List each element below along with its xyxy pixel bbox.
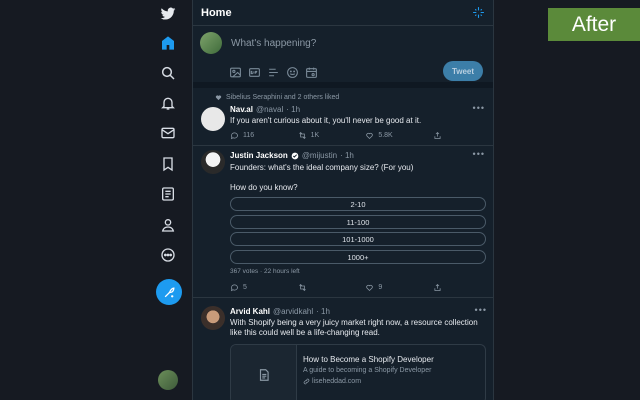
- like-count: 9: [378, 284, 383, 291]
- poll-option[interactable]: 11-100: [230, 215, 486, 229]
- like-button[interactable]: 5.8K: [365, 131, 405, 140]
- author-handle[interactable]: @arvidkahl: [273, 307, 313, 316]
- author-name[interactable]: Arvid Kahl: [230, 307, 270, 316]
- top-tweets-sparkle-icon[interactable]: [472, 6, 485, 19]
- more-menu-icon[interactable]: •••: [473, 103, 485, 113]
- tweet-time[interactable]: · 1h: [340, 151, 354, 160]
- bookmarks-icon[interactable]: [154, 151, 182, 177]
- tweet-actions: 5 9: [230, 283, 445, 292]
- lists-icon[interactable]: [154, 181, 182, 207]
- tweet-item[interactable]: Sibelius Seraphini and 2 others liked Na…: [193, 88, 493, 146]
- poll-meta: 367 votes · 22 hours left: [230, 268, 300, 275]
- share-icon: [434, 131, 441, 139]
- more-options-icon[interactable]: [154, 242, 182, 268]
- account-avatar[interactable]: [158, 370, 178, 390]
- compose-tweet-button[interactable]: [156, 279, 182, 305]
- schedule-icon[interactable]: [305, 66, 318, 79]
- home-timeline: Home What's happening? Tweet Sibelius Se…: [192, 0, 494, 400]
- tweet-text-line: How do you know?: [230, 183, 298, 192]
- profile-icon[interactable]: [154, 212, 182, 238]
- tweet-actions: 116 1K 5.8K: [230, 131, 445, 140]
- card-url-text: liseheddad.com: [312, 378, 362, 385]
- tweet-author: Justin Jackson @mijustin · 1h: [230, 151, 354, 160]
- media-image-icon[interactable]: [229, 66, 242, 79]
- like-button[interactable]: 9: [365, 283, 405, 292]
- author-handle[interactable]: @mijustin: [302, 151, 337, 160]
- poll-icon[interactable]: [267, 66, 280, 79]
- verified-badge-icon: [291, 152, 299, 159]
- tweet-button[interactable]: Tweet: [443, 61, 483, 81]
- reply-count: 5: [243, 284, 247, 291]
- card-title: How to Become a Shopify Developer: [303, 355, 434, 364]
- avatar[interactable]: [201, 306, 225, 330]
- like-icon: [366, 133, 374, 140]
- tweet-text-line: Founders: what's the ideal company size?…: [230, 163, 414, 172]
- like-count: 5.8K: [378, 132, 393, 139]
- link-preview-card[interactable]: How to Become a Shopify Developer A guid…: [230, 344, 486, 400]
- poll-option[interactable]: 101-1000: [230, 232, 486, 246]
- twitter-logo-icon[interactable]: [154, 1, 182, 27]
- compose-feather-icon: [164, 287, 174, 297]
- liked-by-text: Sibelius Seraphini and 2 others liked: [226, 94, 340, 101]
- retweet-count: 1K: [310, 132, 320, 139]
- retweet-button[interactable]: [298, 283, 338, 292]
- tweet-item[interactable]: Justin Jackson @mijustin · 1h ••• Founde…: [193, 146, 493, 298]
- poll-option[interactable]: 2-10: [230, 197, 486, 211]
- tweet-text-line: like this could well be a life-changing …: [230, 328, 380, 337]
- reply-icon: [230, 132, 238, 140]
- messages-envelope-icon[interactable]: [154, 120, 182, 146]
- reply-icon: [230, 284, 238, 292]
- author-name[interactable]: Justin Jackson: [230, 151, 288, 160]
- reply-button[interactable]: 5: [230, 283, 270, 292]
- tweet-text: If you aren't curious about it, you'll n…: [230, 116, 422, 125]
- after-badge: After: [548, 8, 640, 41]
- tweet-composer: What's happening? Tweet: [193, 26, 493, 88]
- like-icon: [366, 285, 374, 292]
- heart-icon: [215, 95, 222, 101]
- share-button[interactable]: [433, 131, 445, 140]
- avatar[interactable]: [201, 107, 225, 131]
- share-icon: [434, 283, 441, 291]
- composer-avatar: [200, 32, 222, 54]
- card-url: liseheddad.com: [303, 378, 361, 385]
- notifications-bell-icon[interactable]: [154, 90, 182, 116]
- social-context: Sibelius Seraphini and 2 others liked: [215, 94, 339, 101]
- poll-option[interactable]: 1000+: [230, 250, 486, 264]
- timeline-header: Home: [193, 0, 493, 26]
- reply-count: 116: [243, 132, 255, 139]
- tweet-time[interactable]: · 1h: [286, 105, 300, 114]
- tweet-input[interactable]: What's happening?: [231, 38, 316, 49]
- retweet-icon: [298, 283, 306, 292]
- composer-toolbar: [229, 66, 318, 79]
- document-icon: [259, 369, 269, 381]
- tweet-author: Nav.al @naval · 1h: [230, 105, 300, 114]
- author-name[interactable]: Nav.al: [230, 105, 253, 114]
- share-button[interactable]: [433, 283, 445, 292]
- tweet-author: Arvid Kahl @arvidkahl · 1h: [230, 307, 330, 316]
- sidebar-nav: [140, 0, 196, 400]
- card-thumbnail: [231, 345, 297, 400]
- more-menu-icon[interactable]: •••: [473, 149, 485, 159]
- avatar[interactable]: [201, 150, 225, 174]
- page-title: Home: [201, 6, 232, 19]
- emoji-icon[interactable]: [286, 66, 299, 79]
- link-icon: [303, 378, 310, 385]
- more-menu-icon[interactable]: •••: [475, 305, 487, 315]
- author-handle[interactable]: @naval: [256, 105, 283, 114]
- tweet-time[interactable]: · 1h: [316, 307, 330, 316]
- home-icon[interactable]: [154, 30, 182, 56]
- tweet-text-line: With Shopify being a very juicy market r…: [230, 318, 478, 327]
- retweet-button[interactable]: 1K: [298, 131, 338, 140]
- card-description: A guide to becoming a Shopify Developer: [303, 367, 432, 374]
- gif-icon[interactable]: [248, 66, 261, 79]
- retweet-icon: [298, 131, 306, 140]
- explore-search-icon[interactable]: [154, 60, 182, 86]
- reply-button[interactable]: 116: [230, 131, 270, 140]
